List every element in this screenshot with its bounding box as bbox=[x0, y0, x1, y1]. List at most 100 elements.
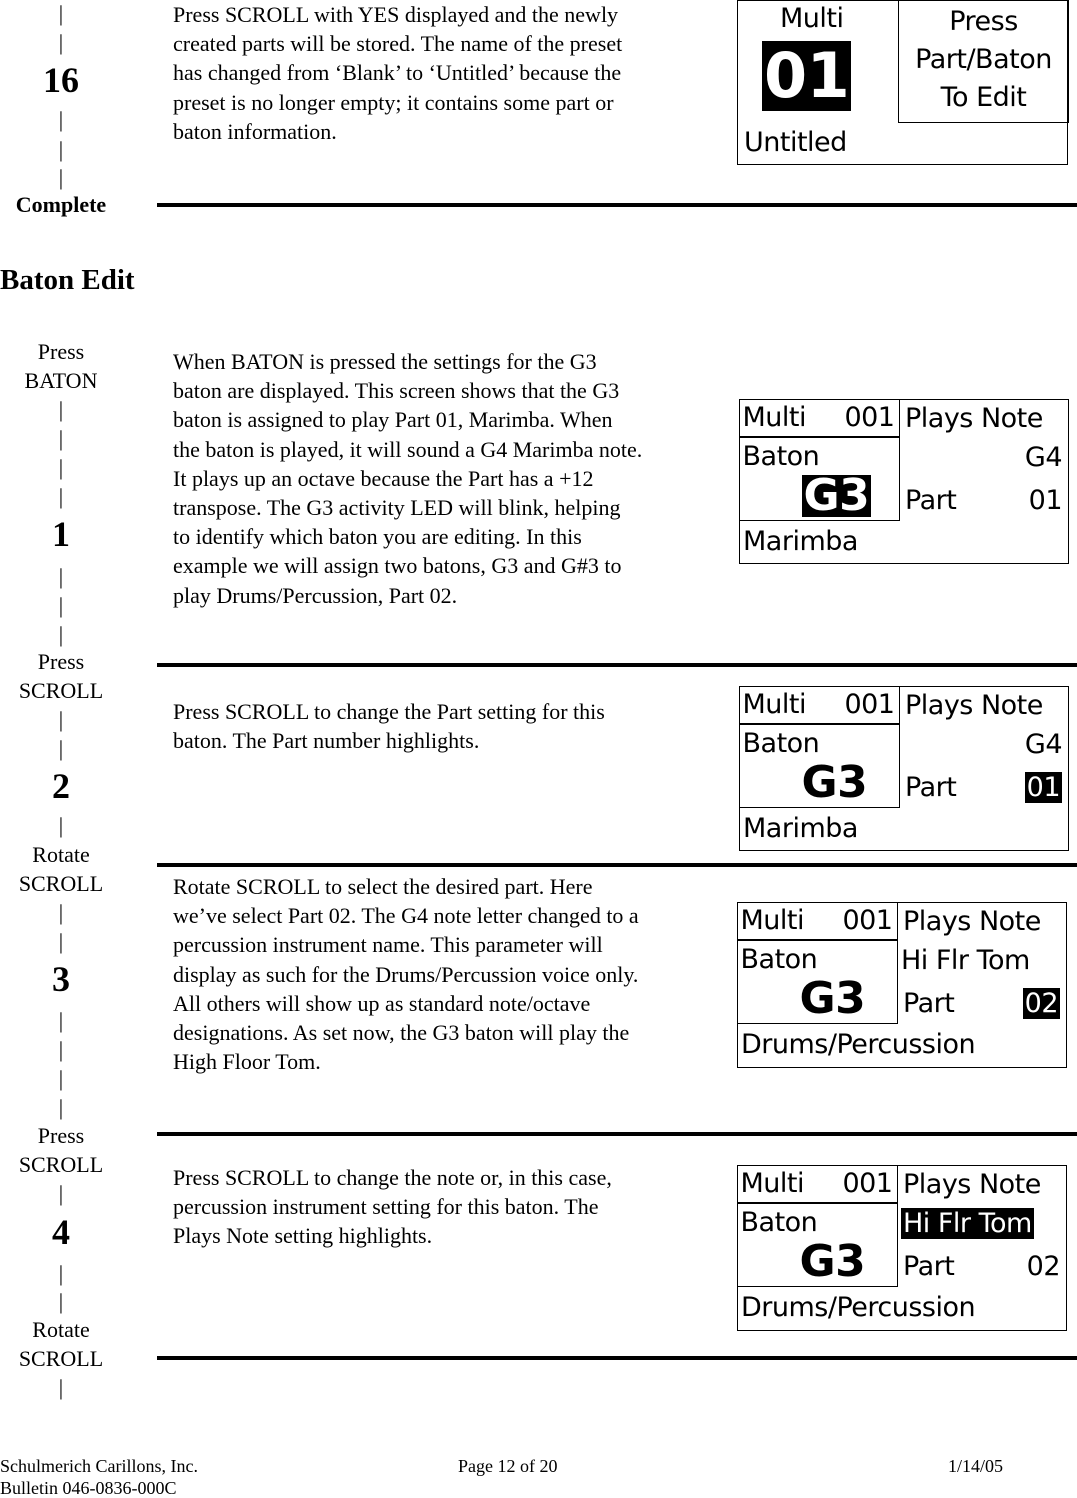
lcd-baton-cell: Baton G3 bbox=[738, 723, 900, 808]
step-action-label: SCROLL bbox=[18, 678, 104, 703]
step-action-label: SCROLL bbox=[18, 1346, 104, 1371]
lcd-mode-cell: Multi 001 bbox=[736, 901, 898, 941]
lcd-plays-note-value: Hi Flr Tom bbox=[901, 945, 1030, 976]
step-complete-label: Complete bbox=[15, 192, 107, 217]
lcd-preset-number: 01 bbox=[762, 39, 852, 112]
lcd-plays-note-value: G4 bbox=[1024, 729, 1063, 760]
lcd-preset-number: 001 bbox=[842, 904, 893, 936]
lcd-baton-cell: Baton G3 bbox=[736, 1202, 898, 1287]
flow-pipe: | bbox=[58, 1261, 64, 1286]
flow-pipe: | bbox=[58, 30, 64, 55]
step-action-label: Rotate bbox=[32, 842, 90, 867]
flow-pipe: | bbox=[58, 707, 64, 732]
lcd-prompt-line: Part/Baton bbox=[915, 43, 1052, 75]
flow-pipe: | bbox=[58, 813, 64, 838]
flow-pipe: | bbox=[58, 1008, 64, 1033]
flow-pipe: | bbox=[58, 1289, 64, 1314]
lcd-screen-baton: Multi 001 Baton G3 Plays Note Hi Flr Tom … bbox=[736, 901, 1067, 1068]
lcd-plays-note-label: Plays Note bbox=[905, 403, 1043, 434]
lcd-part-label: Part bbox=[903, 1251, 955, 1282]
step-action-label: Rotate bbox=[32, 1317, 90, 1342]
lcd-voice-name: Drums/Percussion bbox=[741, 1292, 976, 1323]
lcd-baton-cell: Baton G3 bbox=[736, 939, 898, 1024]
flow-pipe: | bbox=[58, 484, 64, 509]
flow-pipe: | bbox=[58, 1375, 64, 1400]
lcd-baton-value: G3 bbox=[801, 470, 872, 521]
lcd-prompt-line: To Edit bbox=[940, 81, 1027, 113]
step-action-label: SCROLL bbox=[18, 871, 104, 896]
lcd-mode: Multi bbox=[742, 401, 807, 433]
lcd-mode-cell: Multi 001 bbox=[736, 1164, 898, 1204]
flow-pipe: | bbox=[58, 165, 64, 190]
lcd-part-value: 02 bbox=[1022, 988, 1060, 1019]
flow-pipe: | bbox=[58, 622, 64, 647]
lcd-screen-baton: Multi 001 Baton G3 Plays Note G4 Part 01 … bbox=[738, 398, 1069, 564]
step-number: 1 bbox=[52, 514, 70, 554]
lcd-plays-note-label: Plays Note bbox=[903, 906, 1041, 937]
lcd-screen-complete: Multi 01 Untitled Press Part/Baton To Ed… bbox=[737, 0, 1069, 165]
step-number: 2 bbox=[52, 766, 70, 806]
lcd-voice-name: Marimba bbox=[743, 526, 858, 557]
paragraph-step-2: Press SCROLL to change the Part setting … bbox=[173, 699, 605, 754]
section-title: Baton Edit bbox=[0, 264, 135, 296]
flow-pipe: | bbox=[58, 397, 64, 422]
step-action-label: Press bbox=[37, 339, 85, 364]
step-number: 16 bbox=[43, 60, 79, 100]
lcd-baton-label: Baton bbox=[740, 1207, 818, 1238]
paragraph-step-4: Press SCROLL to change the note or, in t… bbox=[173, 1165, 612, 1249]
footer-date: 1/14/05 bbox=[948, 1456, 1004, 1476]
step-action-label: BATON bbox=[24, 368, 98, 393]
lcd-mode: Multi bbox=[740, 904, 805, 936]
lcd-mode: Multi bbox=[740, 1167, 805, 1199]
lcd-baton-value: G3 bbox=[801, 757, 868, 808]
lcd-preset-number: 001 bbox=[844, 401, 895, 433]
flow-pipe: | bbox=[58, 1095, 64, 1120]
lcd-baton-label: Baton bbox=[742, 441, 820, 472]
flow-pipe: | bbox=[58, 137, 64, 162]
step-number: 3 bbox=[52, 959, 70, 999]
flow-pipe: | bbox=[58, 1, 64, 26]
divider bbox=[157, 1132, 1077, 1136]
lcd-mode-cell: Multi 001 bbox=[738, 685, 900, 725]
lcd-plays-note-value: Hi Flr Tom bbox=[901, 1208, 1034, 1239]
flow-pipe: | bbox=[58, 593, 64, 618]
flow-pipe: | bbox=[58, 455, 64, 480]
lcd-baton-cell: Baton G3 bbox=[738, 436, 900, 521]
divider bbox=[157, 1356, 1077, 1360]
step-number: 4 bbox=[52, 1212, 70, 1252]
lcd-plays-note-value: G4 bbox=[1024, 442, 1063, 473]
lcd-part-value: 01 bbox=[1028, 485, 1063, 516]
flow-pipe: | bbox=[58, 107, 64, 132]
lcd-preset-name: Untitled bbox=[744, 127, 847, 158]
flow-pipe: | bbox=[58, 426, 64, 451]
lcd-baton-value: G3 bbox=[799, 1236, 866, 1287]
lcd-plays-note-label: Plays Note bbox=[905, 690, 1043, 721]
lcd-baton-label: Baton bbox=[740, 944, 818, 975]
lcd-baton-label: Baton bbox=[742, 728, 820, 759]
paragraph-step-1: When BATON is pressed the settings for t… bbox=[173, 349, 643, 608]
flow-pipe: | bbox=[58, 1181, 64, 1206]
lcd-part-value: 02 bbox=[1026, 1251, 1061, 1282]
flow-pipe: | bbox=[58, 929, 64, 954]
divider bbox=[157, 663, 1077, 667]
lcd-part-label: Part bbox=[905, 772, 957, 803]
lcd-part-value: 01 bbox=[1024, 772, 1062, 803]
step-action-label: Press bbox=[37, 1123, 85, 1148]
lcd-screen-baton: Multi 001 Baton G3 Plays Note Hi Flr Tom … bbox=[736, 1164, 1067, 1331]
lcd-voice-name: Marimba bbox=[743, 813, 858, 844]
lcd-plays-note-label: Plays Note bbox=[903, 1169, 1041, 1200]
lcd-mode: Multi bbox=[742, 688, 807, 720]
paragraph-complete: Press SCROLL with YES displayed and the … bbox=[173, 2, 623, 144]
footer-company: Schulmerich Carillons, Inc. bbox=[0, 1456, 198, 1476]
paragraph-step-3: Rotate SCROLL to select the desired part… bbox=[173, 874, 639, 1075]
flow-pipe: | bbox=[58, 564, 64, 589]
footer-bulletin: Bulletin 046-0836-000C bbox=[0, 1478, 177, 1498]
flow-pipe: | bbox=[58, 1066, 64, 1091]
divider bbox=[157, 863, 1077, 867]
lcd-preset-number: 001 bbox=[842, 1167, 893, 1199]
footer-page: Page 12 of 20 bbox=[458, 1456, 558, 1476]
flow-pipe: | bbox=[58, 736, 64, 761]
lcd-prompt: Press Part/Baton To Edit bbox=[898, 0, 1069, 123]
lcd-preset-number: 001 bbox=[844, 688, 895, 720]
flow-pipe: | bbox=[58, 1037, 64, 1062]
